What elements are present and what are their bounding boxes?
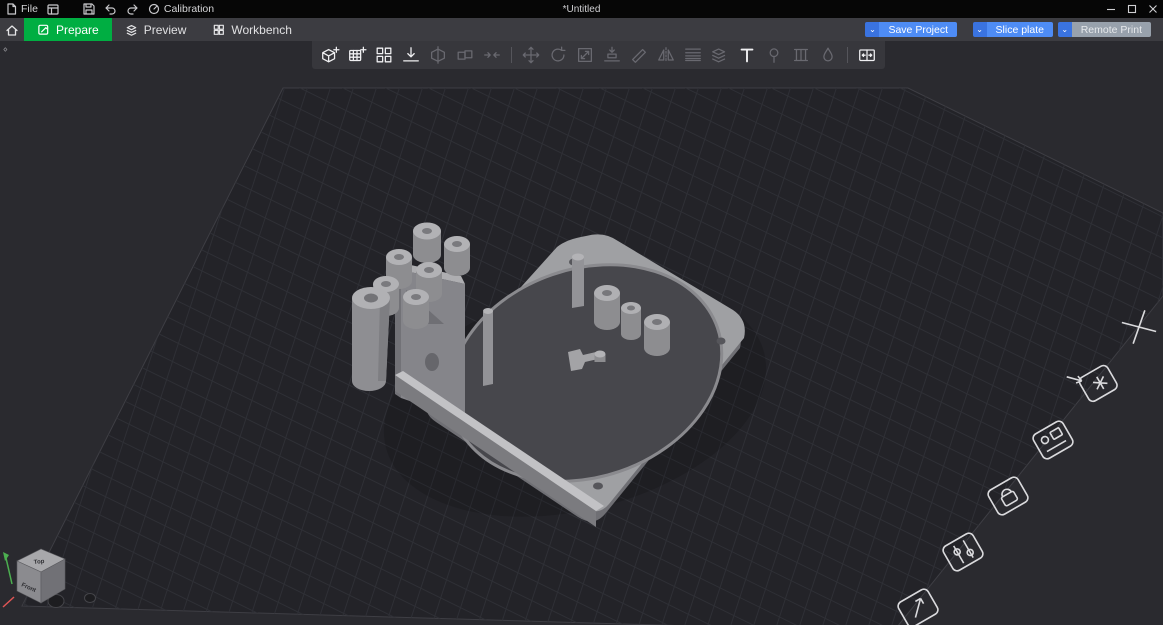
titlebar: File Calibration *Untitled xyxy=(0,0,1163,18)
flatten-icon[interactable] xyxy=(600,43,624,67)
calibration-icon xyxy=(148,3,160,15)
save-project-dropdown[interactable]: ⌄ xyxy=(865,22,880,37)
file-menu-label: File xyxy=(21,3,38,15)
workspace-menu-button[interactable] xyxy=(47,0,59,18)
redo-button[interactable] xyxy=(126,0,139,18)
save-button[interactable] xyxy=(83,0,95,18)
home-icon xyxy=(6,24,18,36)
assembly-view-icon[interactable] xyxy=(855,43,879,67)
calibration-menu[interactable]: Calibration xyxy=(148,0,214,18)
remote-print-button[interactable]: ⌄ Remote Print xyxy=(1057,22,1151,37)
tab-prepare-label: Prepare xyxy=(56,22,99,37)
remote-print-dropdown[interactable]: ⌄ xyxy=(1057,22,1072,37)
window-controls xyxy=(1100,0,1163,18)
tab-workbench[interactable]: Workbench xyxy=(199,18,304,41)
add-object-icon[interactable] xyxy=(318,43,342,67)
workbench-icon xyxy=(214,24,225,35)
add-plate-icon[interactable] xyxy=(345,43,369,67)
add-text-icon[interactable] xyxy=(735,43,759,67)
plate-hole xyxy=(84,593,96,603)
minimize-button[interactable] xyxy=(1100,0,1121,18)
support-painting-icon[interactable] xyxy=(789,43,813,67)
remote-print-label: Remote Print xyxy=(1071,22,1151,37)
tabbar: Prepare Preview Workbench ⌄ Save Project… xyxy=(0,18,1163,41)
tab-prepare[interactable]: Prepare xyxy=(24,18,112,41)
split-to-parts-icon[interactable] xyxy=(453,43,477,67)
gizmo-top-label: Top xyxy=(34,559,45,566)
cut-icon[interactable] xyxy=(627,43,651,67)
axis-red xyxy=(2,596,15,608)
toolbar-separator xyxy=(847,47,848,63)
color-painting-icon[interactable] xyxy=(816,43,840,67)
tab-workbench-label: Workbench xyxy=(231,22,292,37)
arrange-icon[interactable] xyxy=(372,43,396,67)
file-menu[interactable]: File xyxy=(6,0,38,18)
minimize-icon xyxy=(1106,8,1115,11)
axis-green xyxy=(5,557,13,585)
prepare-icon xyxy=(38,24,49,35)
auto-orient-icon[interactable] xyxy=(399,43,423,67)
seam-painting-icon[interactable] xyxy=(762,43,786,67)
merge-icon[interactable] xyxy=(480,43,504,67)
file-icon xyxy=(7,3,17,15)
tab-preview[interactable]: Preview xyxy=(112,18,200,41)
save-icon xyxy=(83,3,95,15)
tall-cylinder xyxy=(352,287,390,391)
maximize-icon xyxy=(1127,4,1136,14)
close-button[interactable] xyxy=(1142,0,1163,18)
mirror-icon[interactable] xyxy=(654,43,678,67)
menu-icon xyxy=(47,3,59,15)
preview-icon xyxy=(126,24,136,36)
viewport-3d[interactable]: Top Front xyxy=(0,0,1163,625)
close-icon xyxy=(1148,5,1157,13)
save-project-button[interactable]: ⌄ Save Project xyxy=(865,22,957,37)
screw-hole xyxy=(593,482,603,490)
variable-layer-height-icon[interactable] xyxy=(681,43,705,67)
slice-plate-button[interactable]: ⌄ Slice plate xyxy=(972,22,1053,37)
scale-icon[interactable] xyxy=(573,43,597,67)
slice-plate-dropdown[interactable]: ⌄ xyxy=(972,22,987,37)
redo-icon xyxy=(127,4,138,15)
maximize-button[interactable] xyxy=(1121,0,1142,18)
undo-button[interactable] xyxy=(104,0,117,18)
slice-plate-label: Slice plate xyxy=(986,22,1053,37)
home-button[interactable] xyxy=(0,18,24,41)
screw-hole xyxy=(716,337,726,345)
undo-icon xyxy=(105,4,116,15)
tab-preview-label: Preview xyxy=(143,22,187,37)
layers-icon[interactable] xyxy=(708,43,732,67)
save-project-label: Save Project xyxy=(879,22,957,37)
split-to-objects-icon[interactable] xyxy=(426,43,450,67)
main-toolbar xyxy=(312,41,885,69)
sidebar-collapse-handle[interactable]: ‹› xyxy=(3,44,7,55)
toolbar-separator xyxy=(511,47,512,63)
rotate-icon[interactable] xyxy=(546,43,570,67)
move-icon[interactable] xyxy=(519,43,543,67)
calibration-menu-label: Calibration xyxy=(163,3,215,15)
